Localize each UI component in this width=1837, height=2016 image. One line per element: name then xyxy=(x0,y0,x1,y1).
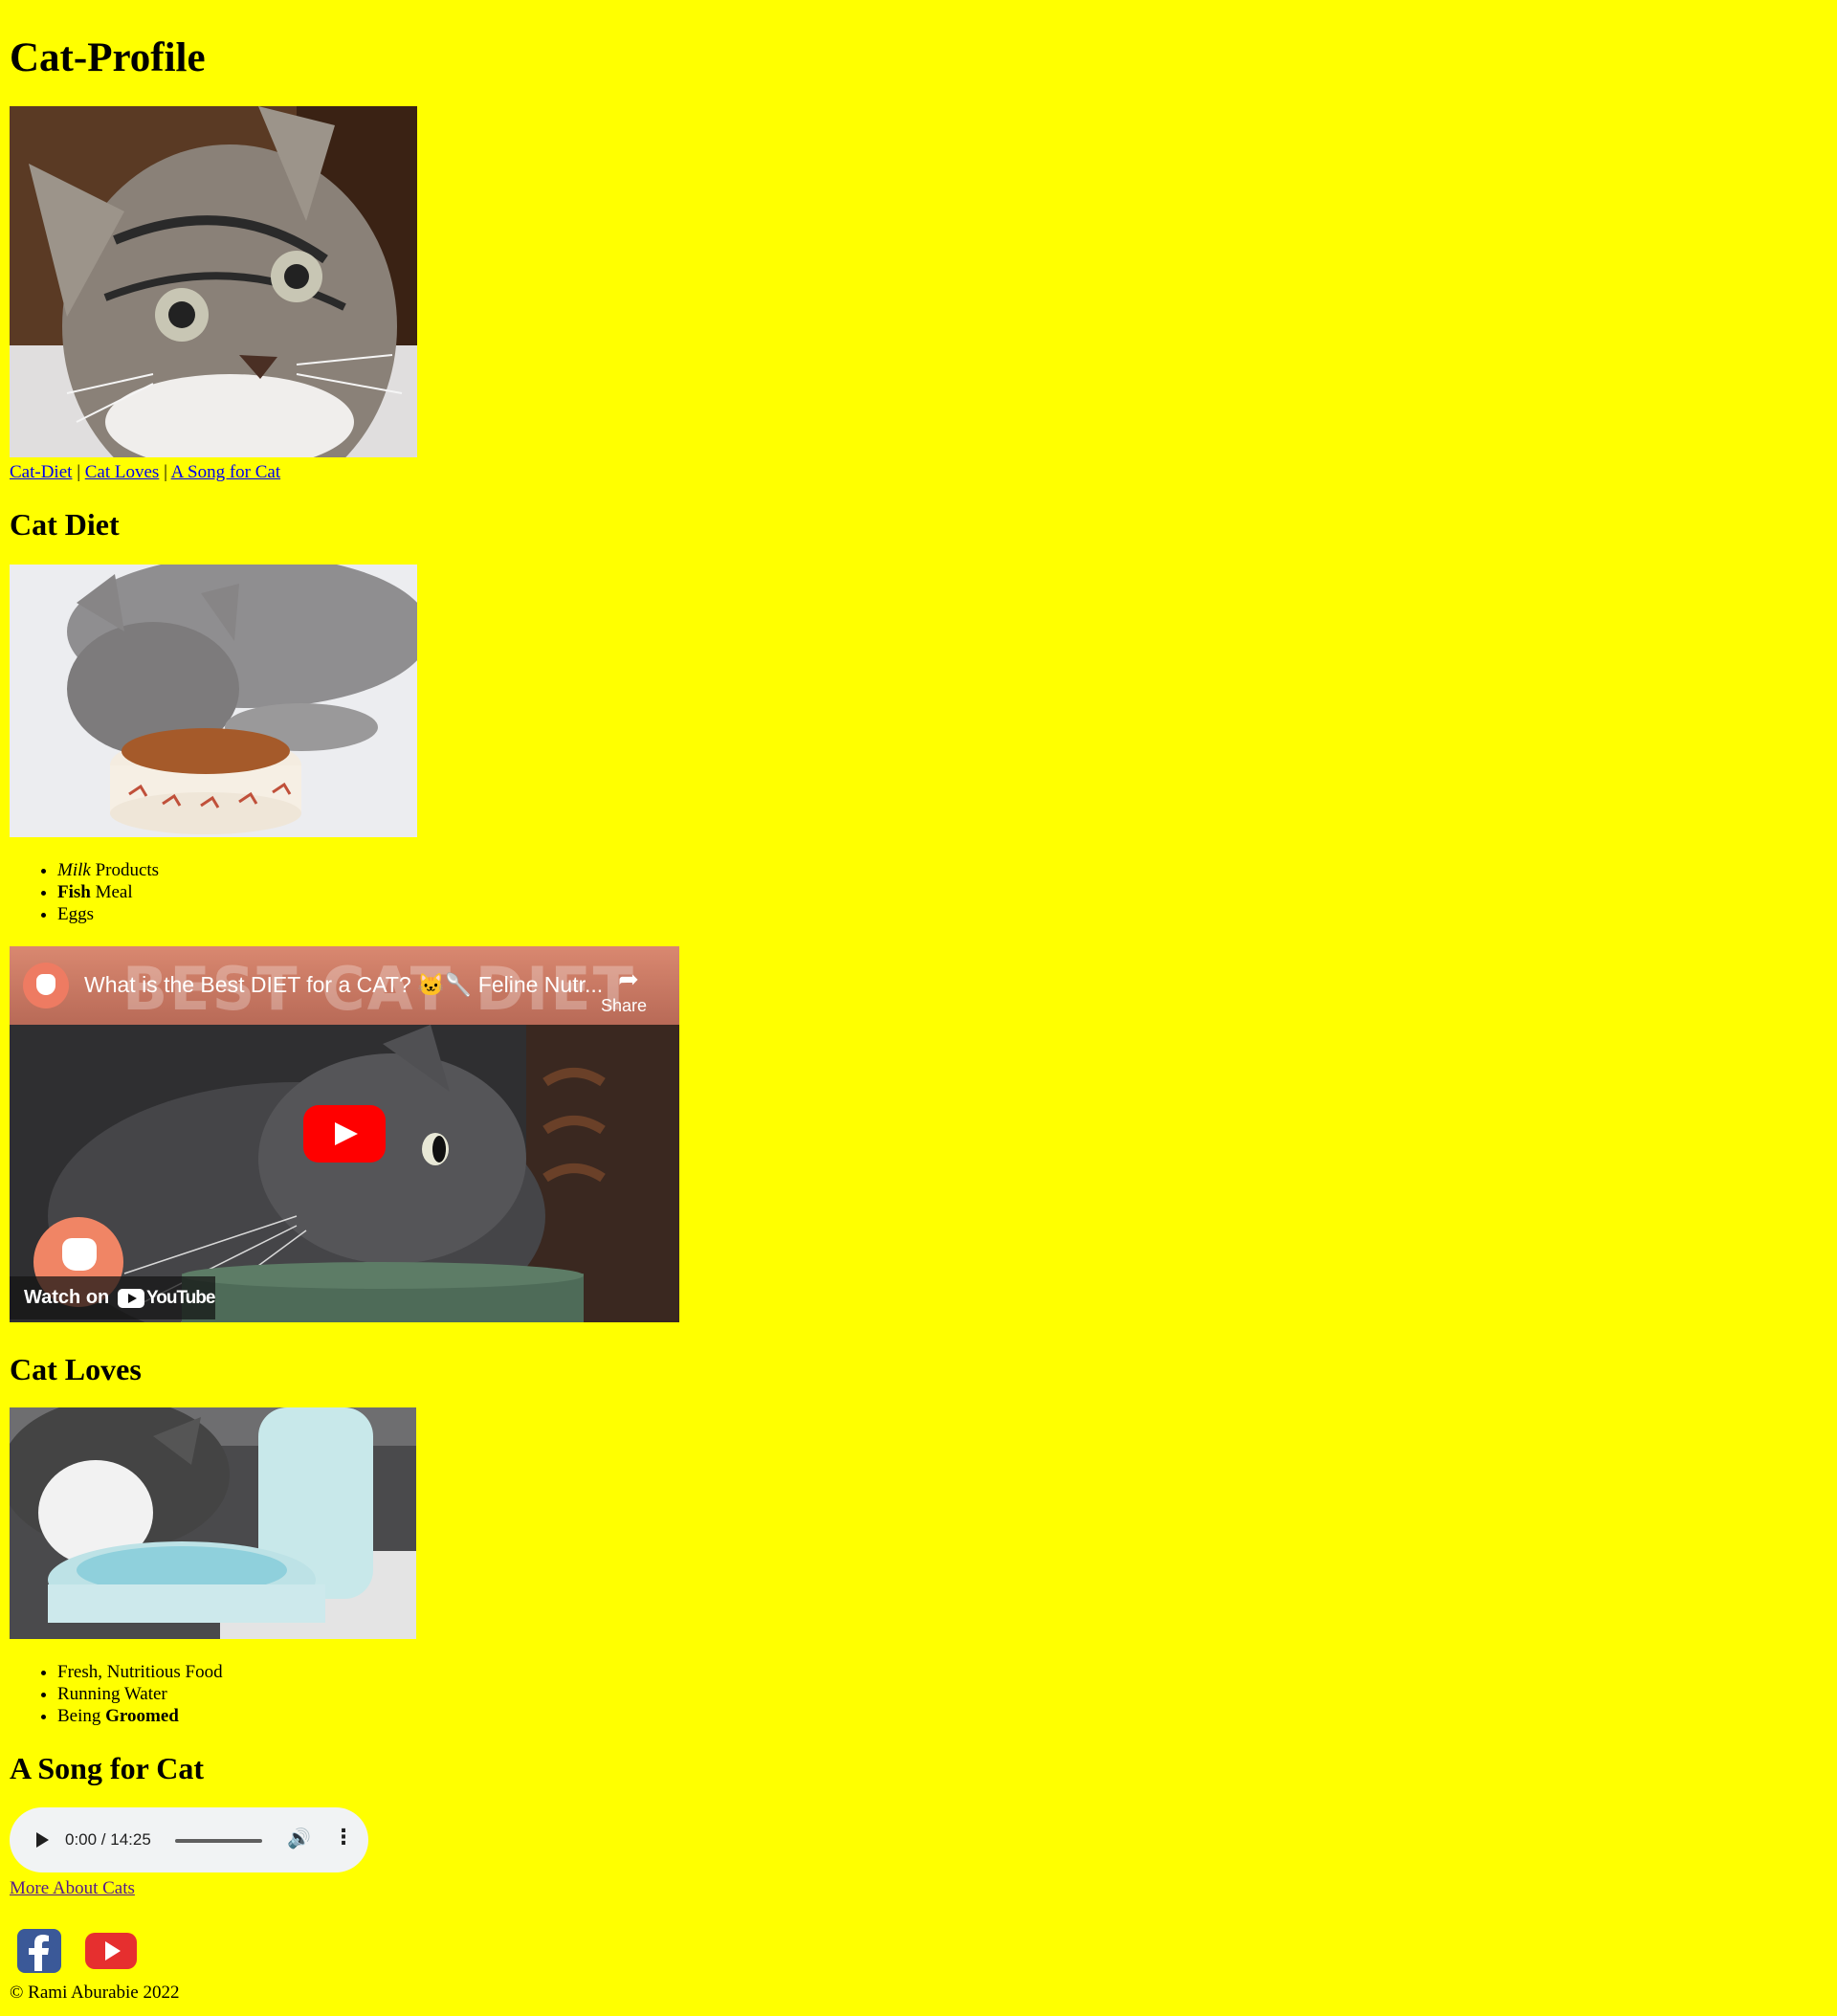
audio-play-icon[interactable] xyxy=(36,1832,49,1848)
audio-player[interactable]: 0:00 / 14:25 🔊 ⋮ xyxy=(10,1807,368,1872)
footer-copyright: © Rami Aburabie 2022 xyxy=(10,1983,180,2003)
video-header: BEST CAT DIET What is the Best DIET for … xyxy=(10,946,679,1025)
more-options-icon[interactable]: ⋮ xyxy=(333,1826,354,1850)
kitten-photo xyxy=(10,106,417,457)
facebook-icon[interactable] xyxy=(15,1927,63,1975)
youtube-video-embed[interactable]: BEST CAT DIET What is the Best DIET for … xyxy=(10,946,679,1322)
volume-icon[interactable]: 🔊 xyxy=(287,1827,311,1850)
youtube-play-icon xyxy=(118,1289,144,1308)
section-nav: Cat-Diet | Cat Loves | A Song for Cat xyxy=(10,460,280,485)
video-title[interactable]: What is the Best DIET for a CAT? 🐱🥄 Feli… xyxy=(84,972,603,998)
nav-link-cat-diet[interactable]: Cat-Diet xyxy=(10,462,72,482)
nav-link-cat-loves[interactable]: Cat Loves xyxy=(85,462,160,482)
loves-list: Fresh, Nutritious Food Running Water Bei… xyxy=(10,1661,223,1727)
list-item: Eggs xyxy=(57,903,159,925)
cat-drinking-photo xyxy=(10,1407,416,1639)
list-item: Being Groomed xyxy=(57,1705,223,1727)
list-item: Fish Meal xyxy=(57,881,159,903)
channel-avatar[interactable] xyxy=(23,963,69,1008)
share-label[interactable]: Share xyxy=(601,996,647,1016)
loves-heading: Cat Loves xyxy=(10,1352,142,1386)
more-about-cats-link[interactable]: More About Cats xyxy=(10,1876,135,1901)
play-button[interactable] xyxy=(303,1105,386,1163)
watch-on-label[interactable]: Watch on xyxy=(24,1287,109,1309)
diet-heading: Cat Diet xyxy=(10,507,120,542)
diet-list: Milk Products Fish Meal Eggs xyxy=(10,859,159,925)
youtube-icon[interactable] xyxy=(82,1927,137,1975)
list-item: Fresh, Nutritious Food xyxy=(57,1661,223,1683)
list-item: Running Water xyxy=(57,1683,223,1705)
audio-time: 0:00 / 14:25 xyxy=(65,1830,151,1849)
youtube-logo[interactable]: YouTube xyxy=(118,1287,215,1310)
cat-eating-photo xyxy=(10,565,417,837)
nav-separator: | xyxy=(77,462,80,482)
song-heading: A Song for Cat xyxy=(10,1751,204,1785)
audio-seek-slider[interactable] xyxy=(175,1839,262,1843)
nav-link-song-for-cat[interactable]: A Song for Cat xyxy=(171,462,281,482)
page-title: Cat-Profile xyxy=(10,35,206,80)
nav-separator: | xyxy=(164,462,167,482)
list-item: Milk Products xyxy=(57,859,159,881)
share-icon[interactable]: ➦ xyxy=(618,965,639,994)
